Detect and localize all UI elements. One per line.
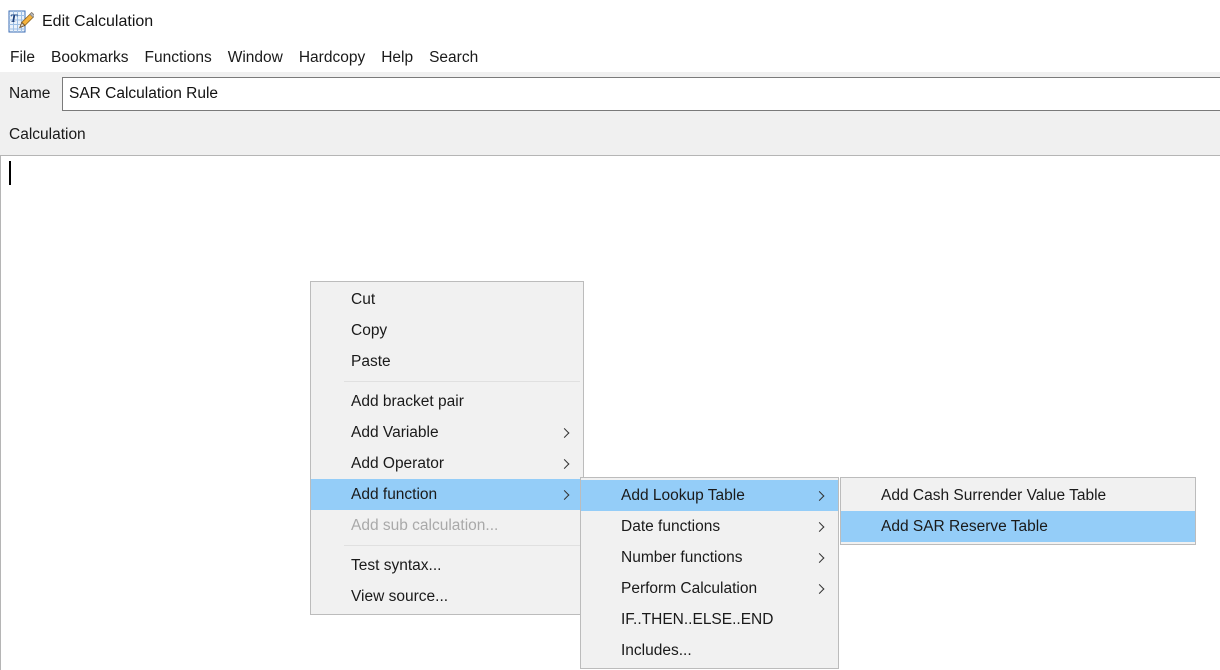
menu-item-includes[interactable]: Includes...: [581, 635, 838, 666]
menu-bar: File Bookmarks Functions Window Hardcopy…: [0, 44, 1220, 72]
add-function-submenu: Add Lookup Table Date functions Number f…: [580, 477, 839, 669]
context-menu: Cut Copy Paste Add bracket pair Add Vari…: [310, 281, 584, 615]
menu-item-add-sar-reserve-table[interactable]: Add SAR Reserve Table: [841, 511, 1195, 542]
submenu-arrow-icon: [815, 584, 825, 594]
submenu-arrow-icon: [560, 428, 570, 438]
name-row: Name: [0, 72, 1220, 115]
submenu-arrow-icon: [560, 490, 570, 500]
menu-item-view-source[interactable]: View source...: [311, 581, 583, 612]
menu-item-date-functions[interactable]: Date functions: [581, 511, 838, 542]
menu-item-add-function[interactable]: Add function: [311, 479, 583, 510]
calculation-label-row: Calculation: [0, 115, 1220, 155]
submenu-arrow-icon: [815, 491, 825, 501]
menubar-item-functions[interactable]: Functions: [137, 46, 220, 70]
window-title: Edit Calculation: [42, 13, 153, 31]
title-bar: T Edit Calculation: [0, 0, 1220, 44]
menu-item-test-syntax[interactable]: Test syntax...: [311, 550, 583, 581]
menu-item-if-then-else-end[interactable]: IF..THEN..ELSE..END: [581, 604, 838, 635]
menubar-item-help[interactable]: Help: [373, 46, 421, 70]
menubar-item-file[interactable]: File: [2, 46, 43, 70]
submenu-arrow-icon: [560, 459, 570, 469]
app-window: T Edit Calculation File Bookmarks Functi…: [0, 0, 1220, 670]
menu-item-add-lookup-table[interactable]: Add Lookup Table: [581, 480, 838, 511]
menu-item-paste[interactable]: Paste: [311, 346, 583, 377]
menu-item-copy[interactable]: Copy: [311, 315, 583, 346]
table-edit-icon: T: [8, 9, 34, 35]
menu-separator: [344, 545, 580, 546]
name-input[interactable]: [62, 77, 1220, 111]
menubar-item-bookmarks[interactable]: Bookmarks: [43, 46, 137, 70]
menu-item-add-variable[interactable]: Add Variable: [311, 417, 583, 448]
menu-separator: [344, 381, 580, 382]
text-caret: [9, 161, 11, 185]
menu-item-perform-calculation[interactable]: Perform Calculation: [581, 573, 838, 604]
svg-text:T: T: [10, 11, 18, 25]
menubar-item-window[interactable]: Window: [220, 46, 291, 70]
menu-item-add-sub-calculation: Add sub calculation...: [311, 510, 583, 541]
menu-item-add-cash-surrender-value-table[interactable]: Add Cash Surrender Value Table: [841, 480, 1195, 511]
menu-item-add-bracket-pair[interactable]: Add bracket pair: [311, 386, 583, 417]
submenu-arrow-icon: [815, 522, 825, 532]
menubar-item-search[interactable]: Search: [421, 46, 486, 70]
name-label: Name: [0, 85, 62, 103]
menu-item-add-operator[interactable]: Add Operator: [311, 448, 583, 479]
submenu-arrow-icon: [815, 553, 825, 563]
menubar-item-hardcopy[interactable]: Hardcopy: [291, 46, 373, 70]
form-area: Name Calculation: [0, 72, 1220, 155]
menu-item-number-functions[interactable]: Number functions: [581, 542, 838, 573]
add-lookup-table-submenu: Add Cash Surrender Value Table Add SAR R…: [840, 477, 1196, 545]
calculation-label: Calculation: [0, 126, 86, 144]
menu-item-cut[interactable]: Cut: [311, 284, 583, 315]
